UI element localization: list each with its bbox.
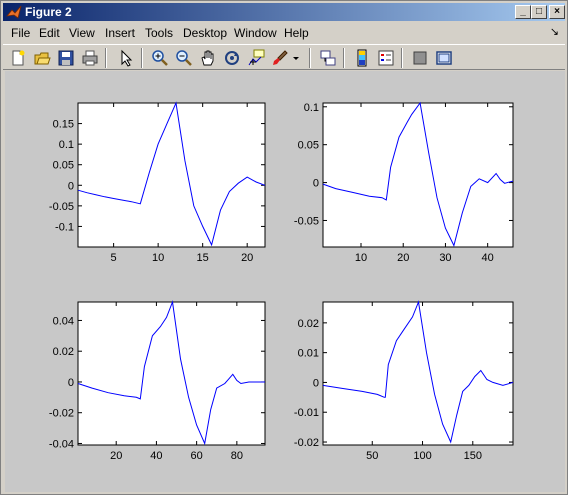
y-tick-label: -0.02 xyxy=(49,408,74,420)
hide-plot-tools-icon[interactable] xyxy=(411,49,429,67)
link-plot-icon[interactable] xyxy=(319,49,337,67)
y-tick-label: 0 xyxy=(313,178,319,190)
close-icon: × xyxy=(554,6,560,17)
legend-icon[interactable] xyxy=(377,49,395,67)
title-bar[interactable]: Figure 2 _ □ × xyxy=(3,3,565,21)
toolbar-separator xyxy=(401,48,403,68)
x-tick-label: 40 xyxy=(482,252,494,264)
y-tick-label: 0.04 xyxy=(53,315,74,327)
x-tick-label: 60 xyxy=(191,450,203,462)
y-tick-label: 0.02 xyxy=(298,318,319,330)
x-tick-label: 100 xyxy=(413,450,431,462)
minimize-icon: _ xyxy=(520,6,526,17)
figure-window: Figure 2 _ □ × File Edit View Insert Too… xyxy=(0,0,568,495)
print-icon[interactable] xyxy=(81,49,99,67)
x-tick-label: 5 xyxy=(111,252,117,264)
subplot-4[interactable]: 50 100 150 0.02 0.01 0 -0.01 -0.02 xyxy=(294,300,514,462)
zoom-in-icon[interactable] xyxy=(151,49,169,67)
x-tick-label: 50 xyxy=(366,450,378,462)
open-file-icon[interactable] xyxy=(33,49,51,67)
x-tick-label: 80 xyxy=(231,450,243,462)
y-tick-label: 0 xyxy=(68,377,74,389)
subplot-3[interactable]: 20 40 60 80 0.04 0.02 0 -0.02 -0.04 xyxy=(49,300,266,462)
y-tick-label: 0.1 xyxy=(304,102,319,114)
y-tick-label: -0.05 xyxy=(49,201,74,213)
menu-help[interactable]: Help xyxy=(284,26,309,40)
menu-file[interactable]: File xyxy=(11,26,30,40)
x-tick-label: 20 xyxy=(110,450,122,462)
y-tick-label: 0.05 xyxy=(298,140,319,152)
data-cursor-icon[interactable] xyxy=(247,49,265,67)
toolbar-separator xyxy=(343,48,345,68)
figure-canvas[interactable]: 5 10 15 20 0.15 0.1 0.05 0 -0.05 -0.1 10 20 30 40 0.1 0… xyxy=(5,71,565,492)
figure-toolbar xyxy=(3,44,565,70)
brush-dropdown-icon[interactable] xyxy=(291,49,301,67)
close-button[interactable]: × xyxy=(549,5,565,19)
x-tick-label: 10 xyxy=(355,252,367,264)
pan-hand-icon[interactable] xyxy=(199,49,217,67)
toolbar-separator xyxy=(105,48,107,68)
y-tick-label: -0.04 xyxy=(49,438,74,450)
y-tick-label: -0.01 xyxy=(294,407,319,419)
zoom-out-icon[interactable] xyxy=(175,49,193,67)
y-tick-label: 0.1 xyxy=(59,139,74,151)
menu-window[interactable]: Window xyxy=(234,26,277,40)
select-arrow-icon[interactable] xyxy=(117,49,135,67)
maximize-icon: □ xyxy=(535,6,543,17)
maximize-button[interactable]: □ xyxy=(531,5,547,19)
y-tick-label: 0.02 xyxy=(53,346,74,358)
toolbar-separator xyxy=(309,48,311,68)
brush-icon[interactable] xyxy=(271,49,289,67)
save-icon[interactable] xyxy=(57,49,75,67)
window-title: Figure 2 xyxy=(25,5,72,19)
y-tick-label: -0.02 xyxy=(294,437,319,449)
menu-tools[interactable]: Tools xyxy=(145,26,173,40)
x-tick-label: 10 xyxy=(152,252,164,264)
x-tick-label: 20 xyxy=(397,252,409,264)
menu-desktop[interactable]: Desktop xyxy=(183,26,227,40)
y-tick-label: -0.1 xyxy=(55,221,74,233)
rotate-3d-icon[interactable] xyxy=(223,49,241,67)
axes-box xyxy=(322,102,514,248)
toolbar-separator xyxy=(141,48,143,68)
x-tick-label: 150 xyxy=(464,450,482,462)
y-tick-label: 0.05 xyxy=(53,160,74,172)
x-tick-label: 20 xyxy=(241,252,253,264)
minimize-button[interactable]: _ xyxy=(515,5,531,19)
menu-bar: File Edit View Insert Tools Desktop Wind… xyxy=(3,23,565,42)
show-plot-tools-icon[interactable] xyxy=(435,49,453,67)
y-tick-label: 0 xyxy=(313,377,319,389)
menu-view[interactable]: View xyxy=(69,26,95,40)
menu-insert[interactable]: Insert xyxy=(105,26,135,40)
menu-edit[interactable]: Edit xyxy=(39,26,60,40)
subplot-1[interactable]: 5 10 15 20 0.15 0.1 0.05 0 -0.05 -0.1 xyxy=(49,101,266,264)
axes-box xyxy=(77,102,266,248)
axes-box xyxy=(77,301,266,446)
dock-figure-icon[interactable]: ↘ xyxy=(550,25,559,38)
x-tick-label: 15 xyxy=(197,252,209,264)
axes-box xyxy=(322,301,514,446)
y-tick-label: -0.05 xyxy=(294,215,319,227)
y-tick-label: 0.01 xyxy=(298,348,319,360)
matlab-logo-icon xyxy=(6,5,22,19)
colorbar-icon[interactable] xyxy=(353,49,371,67)
y-tick-label: 0.15 xyxy=(53,119,74,131)
subplot-2[interactable]: 10 20 30 40 0.1 0.05 0 -0.05 xyxy=(294,101,514,264)
x-tick-label: 30 xyxy=(439,252,451,264)
new-figure-icon[interactable] xyxy=(9,49,27,67)
x-tick-label: 40 xyxy=(150,450,162,462)
y-tick-label: 0 xyxy=(68,180,74,192)
